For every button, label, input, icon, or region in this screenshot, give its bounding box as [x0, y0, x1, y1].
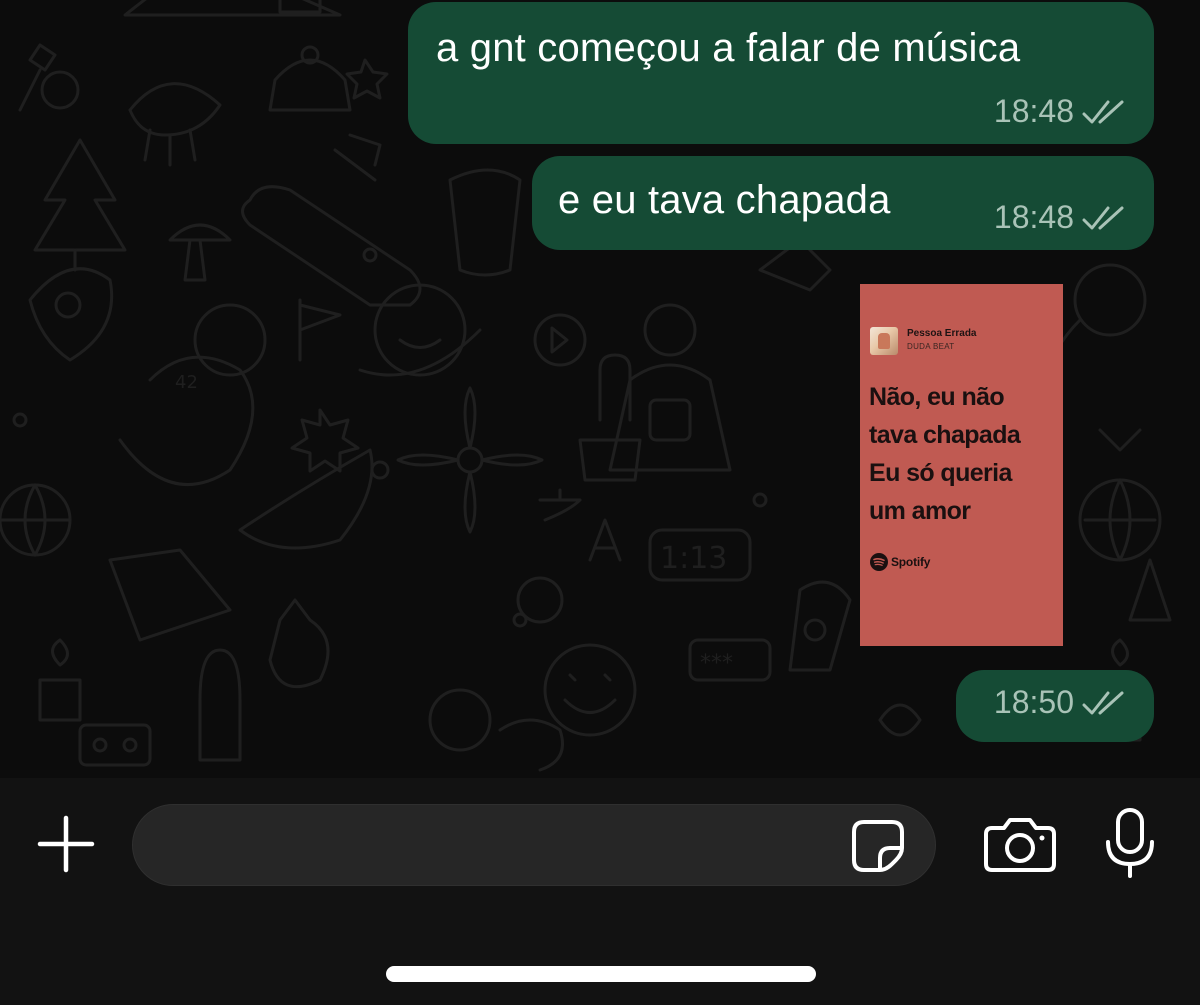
home-indicator[interactable]: [386, 966, 816, 982]
plus-icon[interactable]: [36, 814, 96, 874]
message-meta: 18:50: [994, 684, 1126, 721]
sticker-icon[interactable]: [850, 818, 906, 874]
chat-area[interactable]: 42 1:13 *** a gnt começou a falar de mús…: [0, 0, 1200, 778]
outgoing-message-bubble[interactable]: a gnt começou a falar de música 18:48: [408, 2, 1154, 144]
message-text: a gnt começou a falar de música: [436, 26, 1021, 70]
album-cover: [870, 327, 898, 355]
artist-name: DUDA BEAT: [907, 342, 955, 351]
lyric-line: tava chapada: [869, 421, 1021, 449]
microphone-icon[interactable]: [1104, 808, 1156, 880]
svg-text:1:13: 1:13: [660, 541, 727, 576]
spotify-icon: [870, 553, 888, 571]
outgoing-message-bubble[interactable]: e eu tava chapada 18:48: [532, 156, 1154, 250]
lyric-line: um amor: [869, 497, 971, 525]
lyric-text: Não, eu não tava chapada Eu só queria um…: [869, 378, 1059, 530]
spotify-lyric-card[interactable]: Pessoa Errada DUDA BEAT Não, eu não tava…: [860, 284, 1063, 646]
song-title: Pessoa Errada: [907, 328, 977, 339]
svg-text:***: ***: [700, 651, 733, 676]
message-time: 18:48: [993, 93, 1074, 129]
camera-icon[interactable]: [984, 816, 1056, 872]
lyric-line: Não, eu não: [869, 383, 1005, 411]
spotify-wordmark: Spotify: [891, 555, 931, 569]
message-time: 18:48: [993, 199, 1074, 235]
outgoing-message-bubble[interactable]: 18:50: [956, 670, 1154, 742]
spotify-logo: Spotify: [870, 553, 930, 571]
message-meta: 18:48: [994, 199, 1126, 236]
svg-text:42: 42: [175, 372, 198, 393]
double-check-read-icon: [1082, 100, 1124, 123]
double-check-read-icon: [1082, 691, 1124, 714]
message-text: e eu tava chapada: [558, 178, 891, 222]
double-check-read-icon: [1082, 206, 1124, 229]
message-time: 18:50: [993, 684, 1074, 720]
message-meta: 18:48: [994, 93, 1126, 130]
lyric-line: Eu só queria: [869, 459, 1012, 487]
message-input[interactable]: [132, 804, 936, 886]
